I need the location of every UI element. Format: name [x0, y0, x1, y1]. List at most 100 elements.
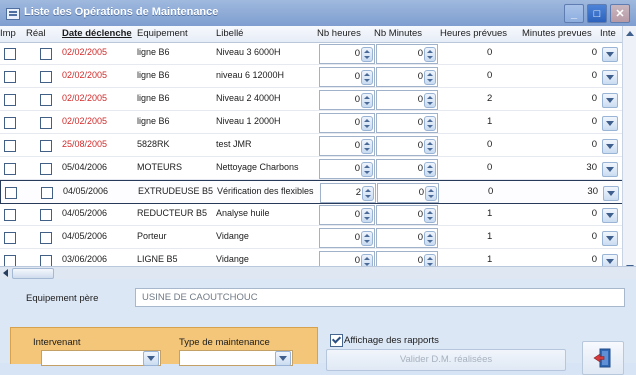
chevron-down-icon[interactable]: [602, 162, 618, 177]
table-row[interactable]: 02/02/2005 ligne B6 Niveau 2 4000H 0 0 2 0: [0, 88, 622, 111]
table-row[interactable]: 02/02/2005 ligne B6 niveau 6 12000H 0 0 0 0: [0, 65, 622, 88]
nb-minutes-stepper[interactable]: 0: [377, 183, 439, 203]
real-checkbox[interactable]: [40, 117, 52, 129]
nb-heures-stepper[interactable]: 0: [319, 90, 375, 110]
imp-checkbox[interactable]: [4, 117, 16, 129]
real-checkbox[interactable]: [40, 209, 52, 221]
minimize-button[interactable]: _: [564, 4, 584, 23]
chevron-down-icon[interactable]: [603, 186, 619, 201]
valider-dm-button[interactable]: Valider D.M. réalisées: [326, 349, 566, 371]
stepper-arrows-icon[interactable]: [361, 139, 373, 154]
imp-checkbox[interactable]: [4, 48, 16, 60]
table-row[interactable]: 25/08/2005 5828RK test JMR 0 0 0 0: [0, 134, 622, 157]
title-bar[interactable]: Liste des Opérations de Maintenance _ □ …: [0, 0, 636, 27]
stepper-arrows-icon[interactable]: [361, 70, 373, 85]
chevron-down-icon[interactable]: [602, 231, 618, 246]
scroll-thumb[interactable]: [12, 268, 54, 279]
stepper-arrows-icon[interactable]: [424, 93, 436, 108]
imp-checkbox[interactable]: [4, 140, 16, 152]
stepper-arrows-icon[interactable]: [362, 186, 374, 201]
intervenant-select[interactable]: [41, 350, 161, 366]
chevron-down-icon[interactable]: [143, 351, 159, 366]
nb-minutes-stepper[interactable]: 0: [376, 228, 438, 248]
col-equipement[interactable]: Equipement: [137, 28, 188, 39]
stepper-arrows-icon[interactable]: [361, 93, 373, 108]
exit-button[interactable]: [582, 341, 624, 375]
col-libelle[interactable]: Libellé: [216, 28, 243, 39]
stepper-arrows-icon[interactable]: [424, 139, 436, 154]
vertical-scrollbar[interactable]: [622, 26, 636, 278]
table-row[interactable]: 04/05/2006 REDUCTEUR B5 Analyse huile 0 0 1 0: [0, 203, 622, 226]
maximize-button[interactable]: □: [587, 4, 607, 23]
real-checkbox[interactable]: [40, 232, 52, 244]
col-real[interactable]: Réal: [26, 28, 46, 39]
real-checkbox[interactable]: [40, 140, 52, 152]
nb-minutes-stepper[interactable]: 0: [376, 159, 438, 179]
imp-checkbox[interactable]: [4, 94, 16, 106]
stepper-arrows-icon[interactable]: [361, 116, 373, 131]
minutes-prevues-cell: 30: [587, 186, 598, 197]
stepper-arrows-icon[interactable]: [424, 162, 436, 177]
table-row[interactable]: 05/04/2006 MOTEURS Nettoyage Charbons 0 0 0 30: [0, 157, 622, 180]
real-checkbox[interactable]: [40, 163, 52, 175]
nb-heures-stepper[interactable]: 0: [319, 136, 375, 156]
col-imp[interactable]: Imp: [0, 28, 16, 39]
col-nb-minutes[interactable]: Nb Minutes: [374, 28, 422, 39]
real-checkbox[interactable]: [40, 48, 52, 60]
chevron-down-icon[interactable]: [602, 93, 618, 108]
table-row[interactable]: 04/05/2006 Porteur Vidange 0 0 1 0: [0, 226, 622, 249]
nb-heures-stepper[interactable]: 0: [319, 205, 375, 225]
stepper-arrows-icon[interactable]: [424, 47, 436, 62]
real-checkbox[interactable]: [40, 94, 52, 106]
stepper-arrows-icon[interactable]: [424, 116, 436, 131]
table-row[interactable]: 02/02/2005 ligne B6 Niveau 3 6000H 0 0 0 0: [0, 42, 622, 65]
imp-checkbox[interactable]: [5, 187, 17, 199]
real-checkbox[interactable]: [41, 187, 53, 199]
nb-heures-stepper[interactable]: 0: [319, 228, 375, 248]
col-inte[interactable]: Inte: [600, 28, 616, 39]
nb-minutes-stepper[interactable]: 0: [376, 67, 438, 87]
col-minutes-prevues[interactable]: Minutes prevues: [522, 28, 592, 39]
imp-checkbox[interactable]: [4, 209, 16, 221]
col-heures-prevues[interactable]: Heures prévues: [440, 28, 507, 39]
stepper-arrows-icon[interactable]: [424, 231, 436, 246]
nb-minutes-stepper[interactable]: 0: [376, 205, 438, 225]
close-button[interactable]: ✕: [610, 4, 630, 23]
chevron-down-icon[interactable]: [602, 116, 618, 131]
scroll-up-icon[interactable]: [624, 28, 636, 40]
stepper-arrows-icon[interactable]: [361, 47, 373, 62]
chevron-down-icon[interactable]: [602, 139, 618, 154]
nb-heures-stepper[interactable]: 0: [319, 113, 375, 133]
nb-minutes-stepper[interactable]: 0: [376, 44, 438, 64]
table-row[interactable]: 04/05/2006 EXTRUDEUSE B5 Vérification des …: [0, 180, 624, 204]
nb-minutes-stepper[interactable]: 0: [376, 90, 438, 110]
chevron-down-icon[interactable]: [275, 351, 291, 366]
horizontal-scrollbar[interactable]: [0, 266, 636, 279]
nb-minutes-stepper[interactable]: 0: [376, 113, 438, 133]
nb-heures-stepper[interactable]: 2: [320, 183, 376, 203]
scroll-left-icon[interactable]: [3, 269, 8, 277]
stepper-arrows-icon[interactable]: [424, 208, 436, 223]
chevron-down-icon[interactable]: [602, 47, 618, 62]
nb-minutes-stepper[interactable]: 0: [376, 136, 438, 156]
imp-checkbox[interactable]: [4, 71, 16, 83]
chevron-down-icon[interactable]: [602, 208, 618, 223]
type-maintenance-select[interactable]: [179, 350, 293, 366]
col-date[interactable]: Date déclenche: [62, 28, 132, 39]
chevron-down-icon[interactable]: [602, 70, 618, 85]
stepper-arrows-icon[interactable]: [361, 231, 373, 246]
stepper-arrows-icon[interactable]: [361, 162, 373, 177]
affichage-rapports-checkbox[interactable]: [330, 334, 343, 347]
imp-checkbox[interactable]: [4, 163, 16, 175]
imp-checkbox[interactable]: [4, 232, 16, 244]
real-checkbox[interactable]: [40, 71, 52, 83]
col-nb-heures[interactable]: Nb heures: [317, 28, 361, 39]
stepper-arrows-icon[interactable]: [425, 186, 437, 201]
table-row[interactable]: 02/02/2005 ligne B6 Niveau 1 2000H 0 0 1 0: [0, 111, 622, 134]
nb-heures-stepper[interactable]: 0: [319, 44, 375, 64]
stepper-arrows-icon[interactable]: [424, 70, 436, 85]
nb-heures-stepper[interactable]: 0: [319, 159, 375, 179]
nb-heures-stepper[interactable]: 0: [319, 67, 375, 87]
stepper-arrows-icon[interactable]: [361, 208, 373, 223]
equipement-pere-field[interactable]: USINE DE CAOUTCHOUC: [135, 288, 625, 307]
